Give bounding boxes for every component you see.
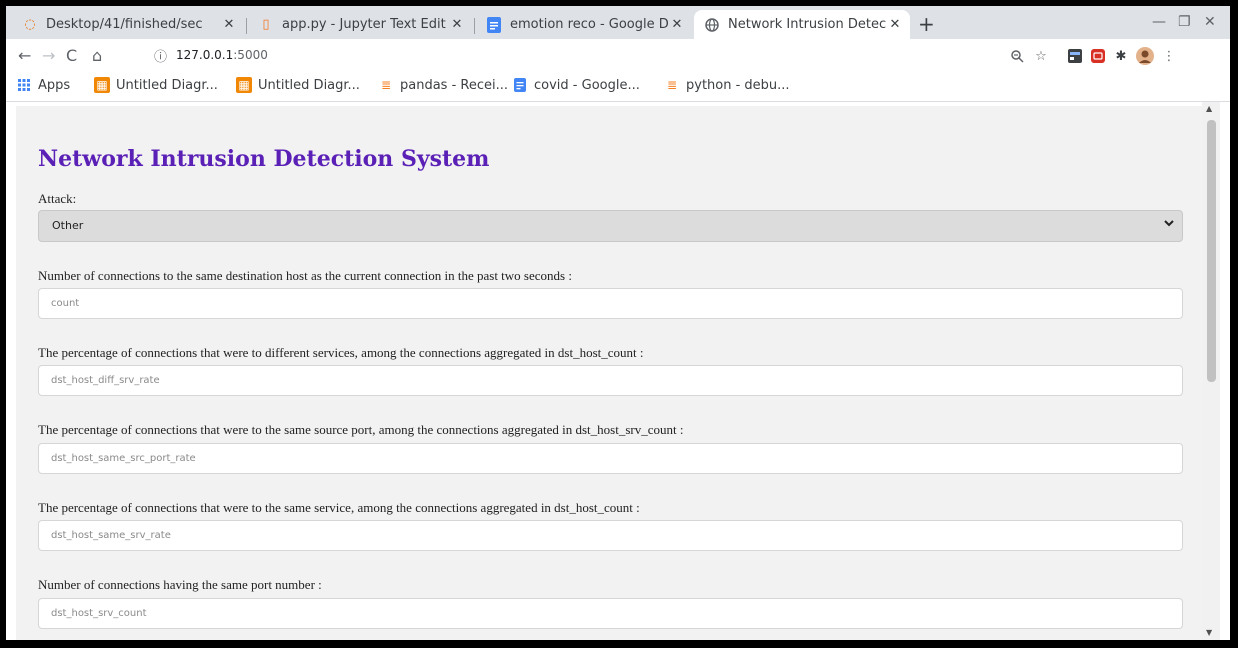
- dst-host-diff-srv-rate-label: The percentage of connections that were …: [38, 345, 644, 360]
- bookmark-python-debug[interactable]: ≣ python - debu...: [664, 77, 790, 93]
- stackoverflow-icon: ≣: [666, 78, 678, 92]
- stackoverflow-icon: ≣: [380, 78, 392, 92]
- tab-network-intrusion[interactable]: Network Intrusion Detect ✕: [694, 10, 910, 39]
- dst-host-same-src-port-rate-label: The percentage of connections that were …: [38, 422, 684, 437]
- menu-icon[interactable]: ⋮: [1160, 47, 1178, 65]
- drawio-icon: ▦: [236, 77, 252, 93]
- attack-select[interactable]: Other: [38, 210, 1183, 242]
- back-icon[interactable]: ←: [18, 46, 31, 65]
- close-icon[interactable]: ✕: [220, 17, 238, 32]
- count-label: Number of connections to the same destin…: [38, 268, 572, 283]
- bookmark-apps[interactable]: Apps: [16, 77, 70, 93]
- forward-icon[interactable]: →: [42, 46, 55, 65]
- loading-icon: ◌: [24, 17, 36, 32]
- minimize-icon[interactable]: —: [1152, 14, 1166, 30]
- tab-title: app.py - Jupyter Text Edit: [282, 17, 446, 32]
- page-content: Network Intrusion Detection System Attac…: [16, 106, 1202, 640]
- tab-strip: ◌ Desktop/41/finished/sec ✕ ▯ app.py - J…: [6, 6, 1230, 39]
- page-title: Network Intrusion Detection System: [38, 146, 490, 172]
- browser-window: ◌ Desktop/41/finished/sec ✕ ▯ app.py - J…: [6, 6, 1230, 640]
- tab-google-docs[interactable]: emotion reco - Google Do ✕: [476, 10, 692, 39]
- attack-select-value: Other: [52, 219, 84, 232]
- google-docs-icon: [512, 77, 528, 93]
- maximize-icon[interactable]: ❐: [1178, 14, 1191, 30]
- bookmark-label: Untitled Diagr...: [258, 77, 360, 93]
- tab-title: Desktop/41/finished/sec: [46, 17, 203, 32]
- dst-host-srv-count-label: Number of connections having the same po…: [38, 577, 322, 592]
- new-tab-icon[interactable]: +: [918, 12, 935, 36]
- scrollbar-thumb[interactable]: [1207, 120, 1216, 382]
- page-scrollbar[interactable]: ▲ ▼: [1202, 102, 1220, 640]
- chevron-down-icon: [1164, 217, 1174, 231]
- close-window-icon[interactable]: ✕: [1204, 14, 1216, 30]
- dst-host-same-src-port-rate-input[interactable]: [38, 443, 1183, 474]
- bookmark-pandas[interactable]: ≣ pandas - Recei...: [378, 77, 508, 93]
- globe-icon: [704, 17, 720, 33]
- close-icon[interactable]: ✕: [886, 17, 904, 32]
- tab-separator: [474, 18, 475, 34]
- bookmark-label: pandas - Recei...: [400, 77, 509, 93]
- dst-host-same-srv-rate-label: The percentage of connections that were …: [38, 500, 640, 515]
- jupyter-file-icon: ▯: [262, 17, 270, 32]
- scroll-up-icon[interactable]: ▲: [1206, 104, 1212, 113]
- home-icon[interactable]: ⌂: [92, 46, 102, 65]
- tab-title: Network Intrusion Detect: [728, 17, 886, 32]
- url-text: 127.0.0.1:5000: [176, 48, 268, 62]
- attack-label: Attack:: [38, 191, 77, 206]
- extension-screen-icon[interactable]: [1066, 47, 1084, 65]
- tab-desktop-folder[interactable]: ◌ Desktop/41/finished/sec ✕: [12, 10, 244, 39]
- zoom-icon[interactable]: [1008, 47, 1026, 65]
- avatar[interactable]: [1136, 47, 1154, 65]
- bookmark-label: Apps: [38, 77, 71, 93]
- dst-host-srv-count-input[interactable]: [38, 598, 1183, 629]
- bookmark-label: Untitled Diagr...: [116, 77, 218, 93]
- drawio-icon: ▦: [94, 77, 110, 93]
- scroll-down-icon[interactable]: ▼: [1206, 628, 1212, 637]
- browser-toolbar: ← → C ⌂ ⓘ 127.0.0.1:5000 ☆ ✱ ⋮: [6, 39, 1230, 73]
- bookmarks-bar: Apps ▦ Untitled Diagr... ▦ Untitled Diag…: [6, 73, 1230, 102]
- bookmark-star-icon[interactable]: ☆: [1032, 47, 1050, 65]
- bookmark-covid[interactable]: covid - Google...: [512, 77, 640, 93]
- tab-title: emotion reco - Google Do: [510, 17, 668, 32]
- dst-host-same-srv-rate-input[interactable]: [38, 520, 1183, 551]
- info-icon[interactable]: ⓘ: [154, 46, 167, 65]
- google-docs-icon: [486, 16, 502, 33]
- tab-separator: [246, 18, 247, 34]
- tab-jupyter[interactable]: ▯ app.py - Jupyter Text Edit ✕: [248, 10, 472, 39]
- bookmark-untitled-diagram-2[interactable]: ▦ Untitled Diagr...: [236, 77, 360, 93]
- bookmark-untitled-diagram-1[interactable]: ▦ Untitled Diagr...: [94, 77, 218, 93]
- reload-icon[interactable]: C: [66, 46, 77, 65]
- count-input[interactable]: [38, 288, 1183, 319]
- extensions-puzzle-icon[interactable]: ✱: [1112, 47, 1130, 65]
- dst-host-diff-srv-rate-input[interactable]: [38, 365, 1183, 396]
- bookmark-label: python - debu...: [686, 77, 790, 93]
- close-icon[interactable]: ✕: [668, 17, 686, 32]
- extension-red-icon[interactable]: [1089, 47, 1107, 65]
- bookmark-label: covid - Google...: [534, 77, 640, 93]
- close-icon[interactable]: ✕: [448, 17, 466, 32]
- apps-grid-icon: [16, 77, 32, 93]
